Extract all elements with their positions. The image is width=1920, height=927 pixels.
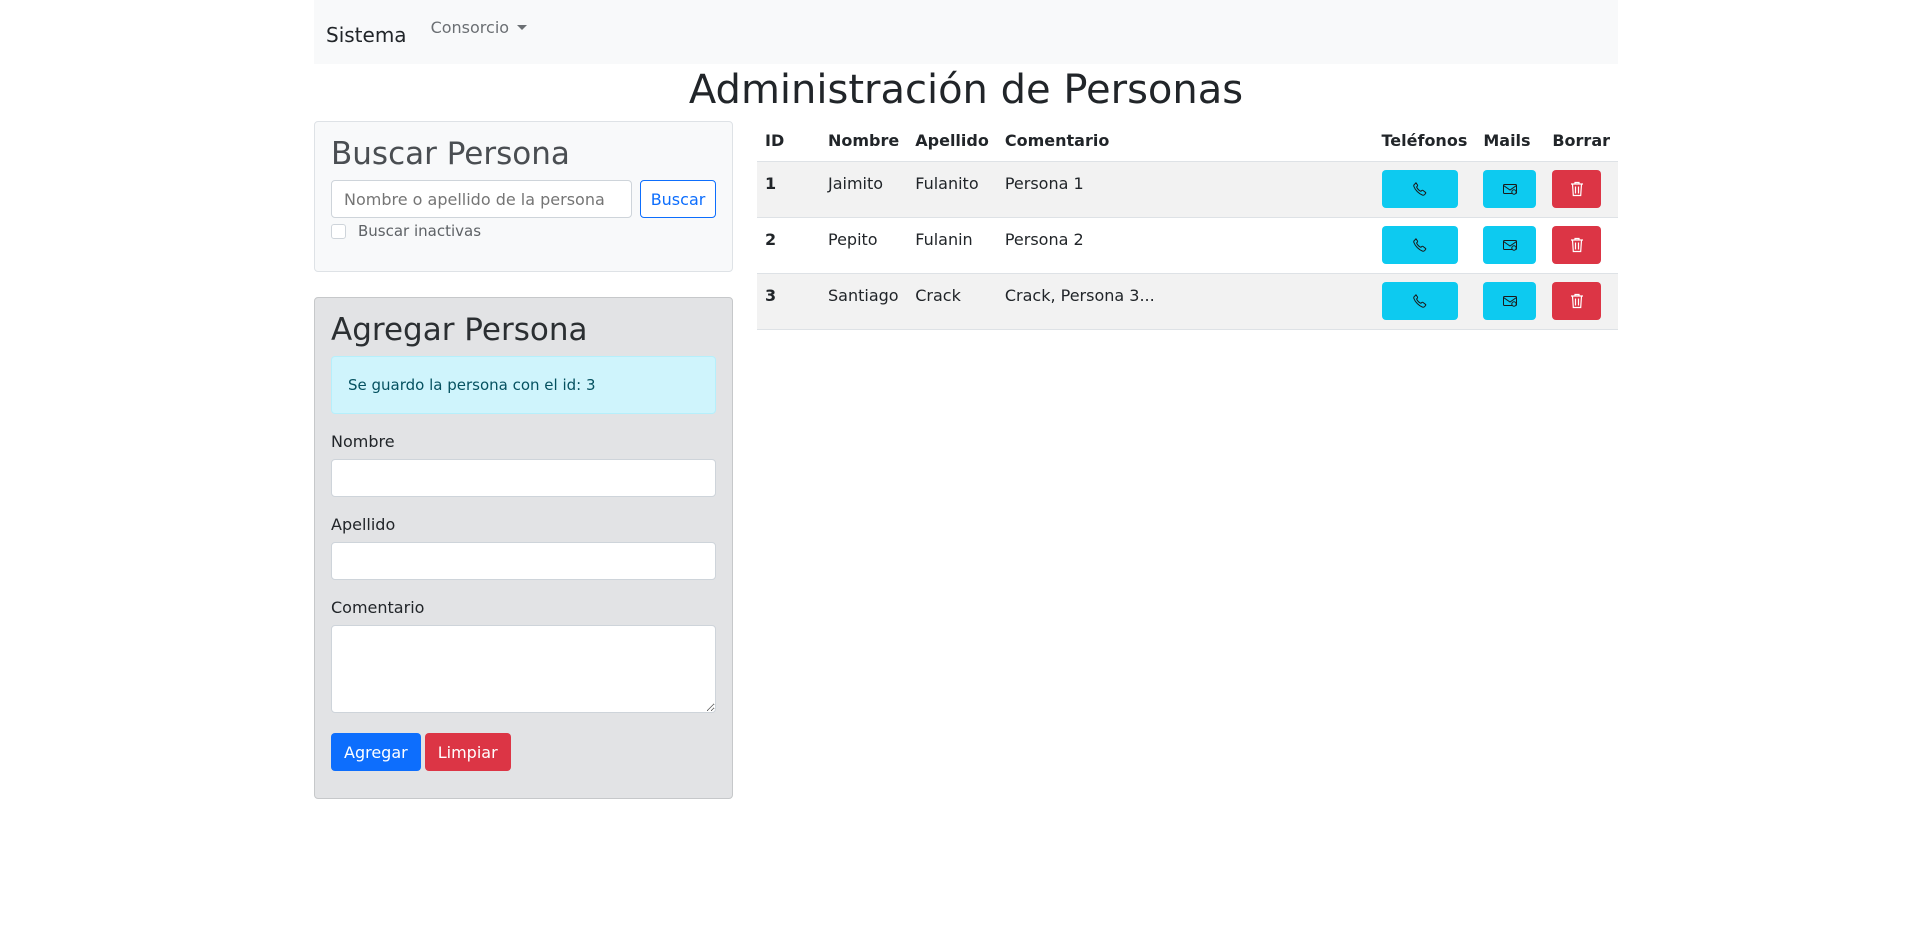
inactive-check-row: Buscar inactivas <box>331 222 716 240</box>
cell-comentario: Crack, Persona 3... <box>996 273 1374 330</box>
success-alert: Se guardo la persona con el id: 3 <box>331 356 716 414</box>
header-comentario: Comentario <box>996 121 1374 162</box>
header-borrar: Borrar <box>1544 121 1618 162</box>
cell-telefonos <box>1373 161 1476 218</box>
cell-comentario: Persona 1 <box>996 161 1374 218</box>
trash-icon <box>1570 293 1583 308</box>
content-row: Buscar Persona Buscar Buscar inactivas A… <box>314 121 1618 799</box>
comentario-label: Comentario <box>331 598 425 617</box>
mail-icon <box>1502 183 1517 195</box>
right-column: ID Nombre Apellido Comentario Teléfonos … <box>757 121 1618 799</box>
mail-icon <box>1502 295 1517 307</box>
cell-id: 1 <box>757 161 820 218</box>
search-input[interactable] <box>331 180 632 218</box>
add-card: Agregar Persona Se guardo la persona con… <box>314 297 733 799</box>
inactive-label: Buscar inactivas <box>358 222 482 240</box>
main-container: Sistema Consorcio Administración de Pers… <box>314 0 1618 799</box>
header-apellido: Apellido <box>907 121 997 162</box>
apellido-group: Apellido <box>331 515 716 580</box>
mail-icon <box>1502 239 1517 251</box>
cell-apellido: Fulanito <box>907 161 997 218</box>
cell-mails <box>1475 161 1545 218</box>
chevron-down-icon <box>517 24 528 30</box>
cell-mails <box>1475 273 1545 330</box>
cell-mails <box>1475 217 1545 274</box>
phone-icon <box>1412 293 1426 308</box>
mails-button[interactable] <box>1483 225 1537 264</box>
consorcio-dropdown[interactable]: Consorcio <box>430 17 528 37</box>
delete-button[interactable] <box>1552 169 1602 208</box>
cell-telefonos <box>1373 273 1476 330</box>
header-id: ID <box>757 121 820 162</box>
phones-button[interactable] <box>1381 169 1458 208</box>
navbar-brand[interactable]: Sistema <box>326 23 407 47</box>
cell-nombre: Santiago <box>820 273 908 330</box>
consorcio-dropdown-label: Consorcio <box>430 17 510 37</box>
header-telefonos: Teléfonos <box>1373 121 1476 162</box>
cell-id: 3 <box>757 273 820 330</box>
inactive-checkbox[interactable] <box>331 223 346 239</box>
header-nombre: Nombre <box>820 121 908 162</box>
navbar: Sistema Consorcio <box>314 0 1618 64</box>
cell-telefonos <box>1373 217 1476 274</box>
nombre-label: Nombre <box>331 432 395 451</box>
page-title: Administración de Personas <box>688 67 1244 113</box>
clear-button[interactable]: Limpiar <box>424 733 511 771</box>
add-button[interactable]: Agregar <box>331 733 421 771</box>
phones-button[interactable] <box>1381 281 1458 320</box>
nombre-group: Nombre <box>331 432 716 497</box>
nombre-field[interactable] <box>331 459 716 497</box>
apellido-field[interactable] <box>331 542 716 580</box>
cell-borrar <box>1544 161 1618 218</box>
left-column: Buscar Persona Buscar Buscar inactivas A… <box>314 121 733 799</box>
delete-button[interactable] <box>1552 281 1602 320</box>
cell-nombre: Pepito <box>820 217 908 274</box>
search-row: Buscar <box>331 180 716 218</box>
mails-button[interactable] <box>1483 281 1537 320</box>
cell-comentario: Persona 2 <box>996 217 1374 274</box>
add-title: Agregar Persona <box>331 312 588 348</box>
comentario-group: Comentario <box>331 598 716 717</box>
mails-button[interactable] <box>1483 169 1537 208</box>
search-card: Buscar Persona Buscar Buscar inactivas <box>314 121 733 272</box>
search-button[interactable]: Buscar <box>640 180 716 218</box>
personas-table: ID Nombre Apellido Comentario Teléfonos … <box>757 121 1618 330</box>
trash-icon <box>1570 237 1583 252</box>
phone-icon <box>1412 181 1426 196</box>
cell-borrar <box>1544 273 1618 330</box>
cell-id: 2 <box>757 217 820 274</box>
table-row: 1 Jaimito Fulanito Persona 1 <box>757 161 1618 218</box>
phones-button[interactable] <box>1381 225 1458 264</box>
search-title: Buscar Persona <box>331 136 570 172</box>
delete-button[interactable] <box>1552 225 1602 264</box>
header-mails: Mails <box>1475 121 1545 162</box>
table-row: 3 Santiago Crack Crack, Persona 3... <box>757 273 1618 330</box>
table-row: 2 Pepito Fulanin Persona 2 <box>757 217 1618 274</box>
trash-icon <box>1570 181 1583 196</box>
comentario-field[interactable] <box>331 625 716 713</box>
cell-apellido: Crack <box>907 273 997 330</box>
table-header-row: ID Nombre Apellido Comentario Teléfonos … <box>757 121 1618 162</box>
phone-icon <box>1412 237 1426 252</box>
cell-apellido: Fulanin <box>907 217 997 274</box>
cell-borrar <box>1544 217 1618 274</box>
cell-nombre: Jaimito <box>820 161 908 218</box>
form-actions: Agregar Limpiar <box>331 733 716 771</box>
apellido-label: Apellido <box>331 515 396 534</box>
